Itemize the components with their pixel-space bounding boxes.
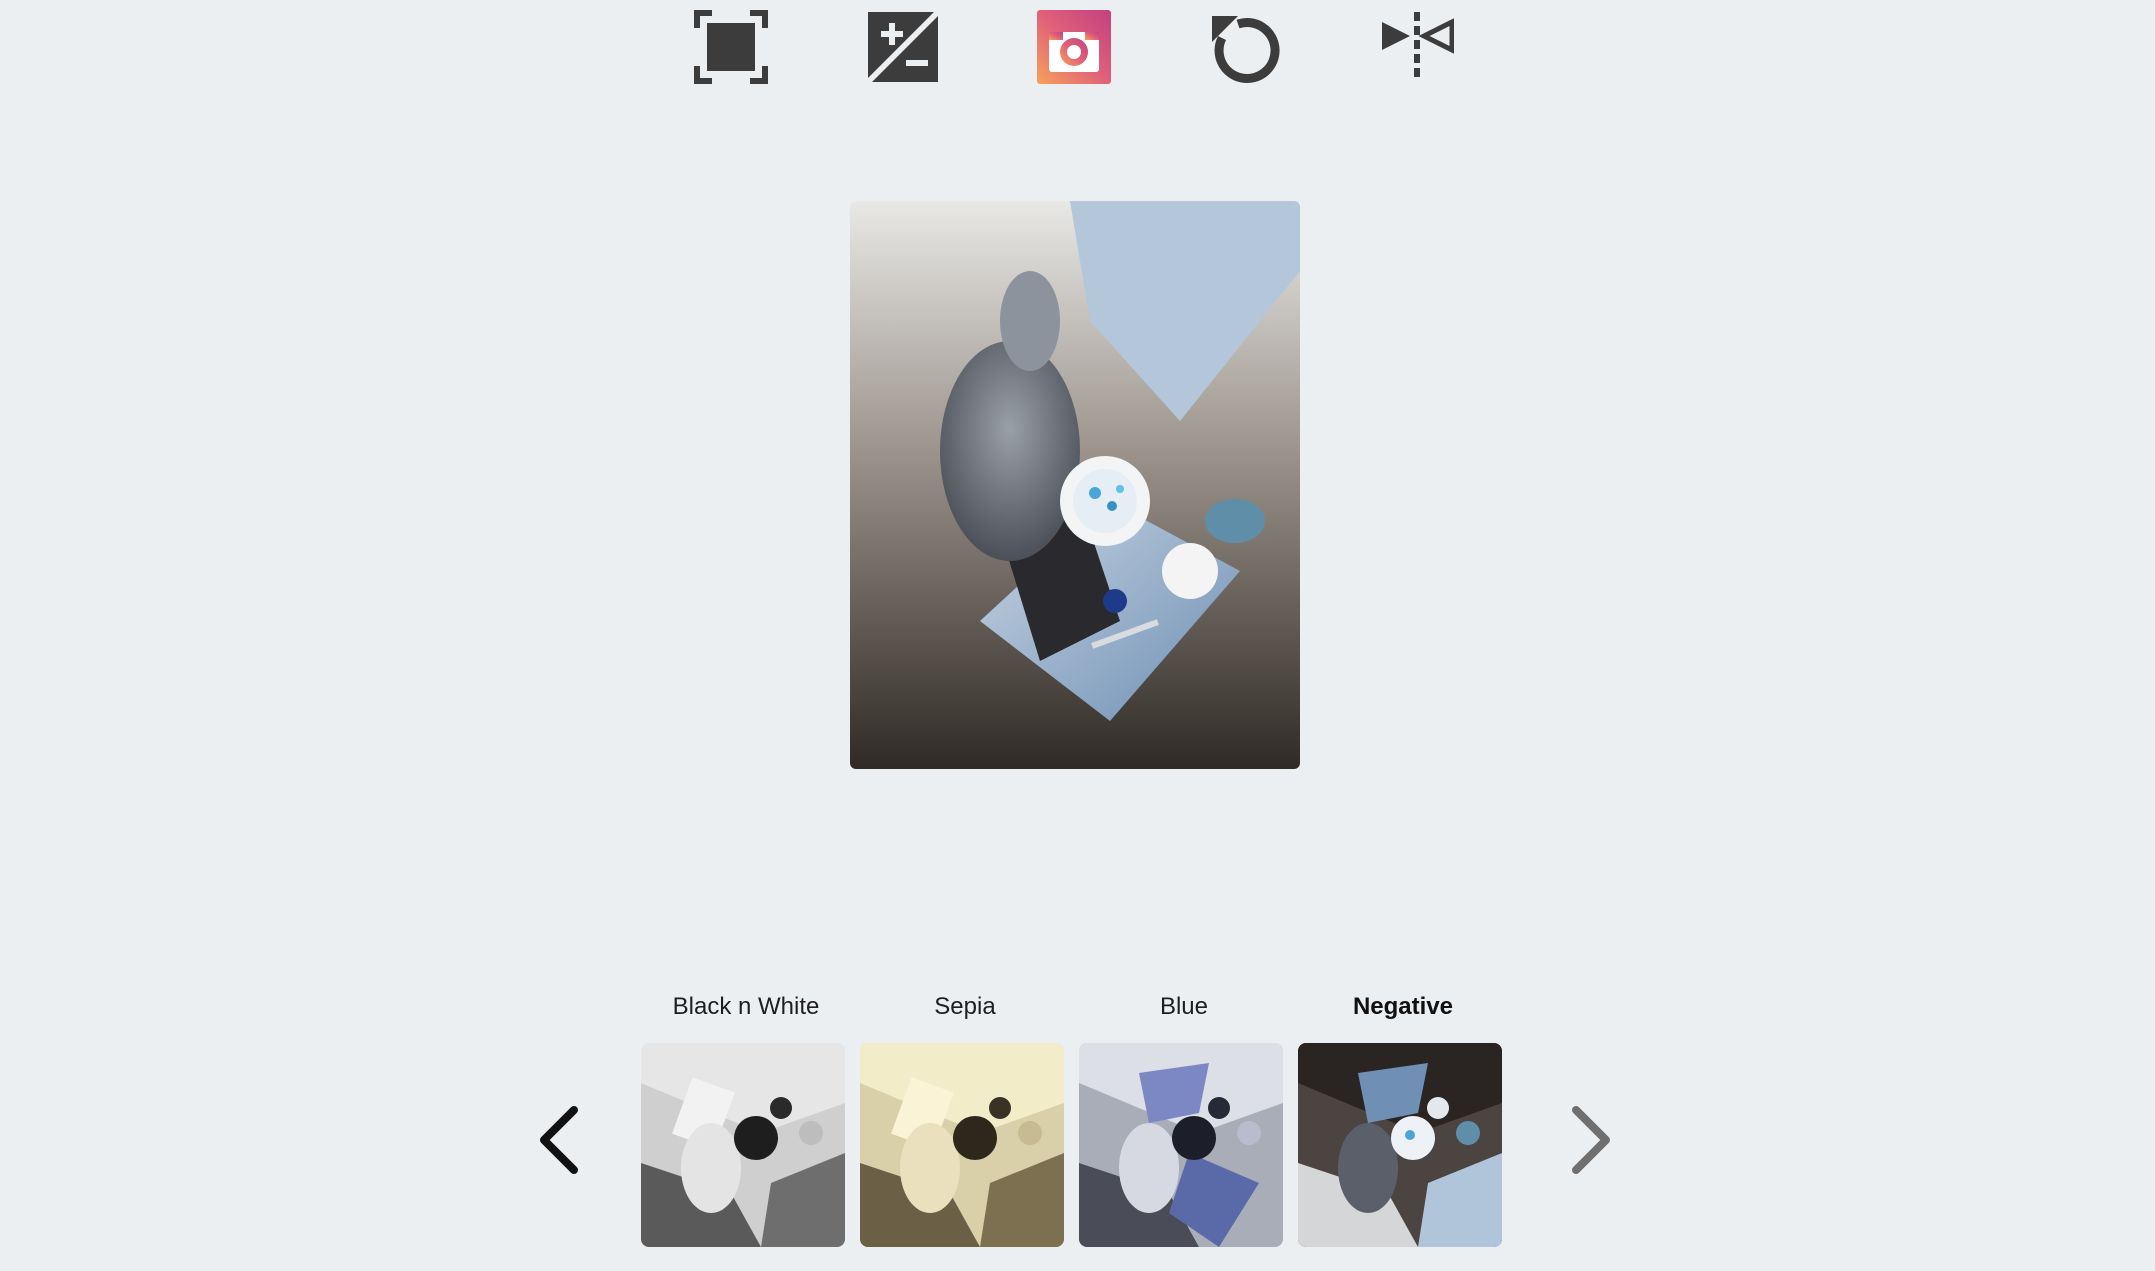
exposure-plus-minus-icon[interactable] [866,10,940,84]
instagram-camera-icon[interactable] [1037,10,1111,84]
filter-label-negative: Negative [1352,993,1454,1020]
filter-label-black-n-white: Black n White [672,993,820,1020]
filter-label-sepia: Sepia [934,993,996,1020]
filter-thumb-sepia[interactable] [860,1043,1064,1247]
chevron-right-icon[interactable] [1560,1100,1620,1180]
filter-thumb-negative[interactable] [1298,1043,1502,1247]
chevron-left-icon[interactable] [530,1100,590,1180]
flip-horizontal-icon[interactable] [1380,10,1454,84]
filter-label-blue: Blue [1159,993,1209,1020]
filter-thumb-blue[interactable] [1079,1043,1283,1247]
crop-icon[interactable] [694,10,768,84]
photo-editor: Black n White Sepia Blue Negative [0,0,2155,1271]
filter-thumb-black-n-white[interactable] [641,1043,845,1247]
photo-preview [850,201,1300,769]
rotate-counterclockwise-icon[interactable] [1208,10,1282,84]
